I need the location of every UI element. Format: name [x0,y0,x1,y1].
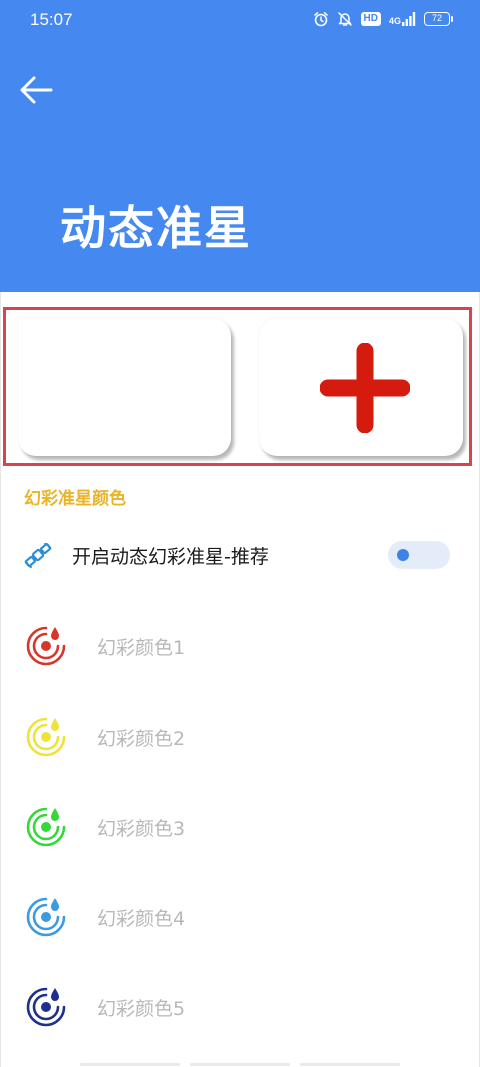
section-title: 幻彩准星颜色 [24,489,126,509]
battery-icon: 72 [424,12,453,26]
page-title: 动态准星 [60,201,252,255]
status-icons: HD 4G 72 [313,11,453,27]
color-label-5: 幻彩颜色5 [97,997,186,1020]
color-row-4[interactable]: 幻彩颜色4 [0,887,480,947]
color-drop-icon [22,893,70,941]
hd-icon: HD [360,12,381,26]
dynamic-crosshair-label: 开启动态幻彩准星-推荐 [72,545,269,568]
header-bar: 15:07 HD 4G 72 动态准星 [0,0,480,292]
satellite-icon [14,531,62,579]
color-drop-icon [22,713,70,761]
color-label-4: 幻彩颜色4 [97,907,186,930]
arrow-left-icon [20,76,53,104]
bell-off-icon [337,12,352,26]
crosshair-preview-frame [3,307,472,466]
signal-icon: 4G [389,12,416,26]
status-time: 15:07 [30,10,73,29]
network-type: 4G [388,16,401,26]
preview-card-right[interactable] [259,318,463,456]
color-drop-icon [22,983,70,1031]
status-bar: 15:07 HD 4G 72 [0,0,480,44]
preview-card-left[interactable] [18,318,231,456]
color-row-2[interactable]: 幻彩颜色2 [0,707,480,767]
color-drop-icon [22,622,70,670]
toggle-knob [397,549,409,561]
dynamic-crosshair-row[interactable]: 开启动态幻彩准星-推荐 [0,525,480,585]
color-row-3[interactable]: 幻彩颜色3 [0,797,480,857]
color-label-3: 幻彩颜色3 [97,817,186,840]
bottom-divider [80,1063,400,1067]
dynamic-crosshair-toggle[interactable] [388,541,450,569]
alarm-icon [313,12,328,27]
color-label-2: 幻彩颜色2 [97,727,186,750]
plus-crosshair-icon [320,343,410,433]
color-drop-icon [22,803,70,851]
color-row-1[interactable]: 幻彩颜色1 [0,616,480,676]
battery-level: 72 [431,13,442,23]
color-label-1: 幻彩颜色1 [97,636,186,659]
back-button[interactable] [16,70,56,110]
left-edge-divider [0,292,1,1067]
color-row-5[interactable]: 幻彩颜色5 [0,977,480,1037]
